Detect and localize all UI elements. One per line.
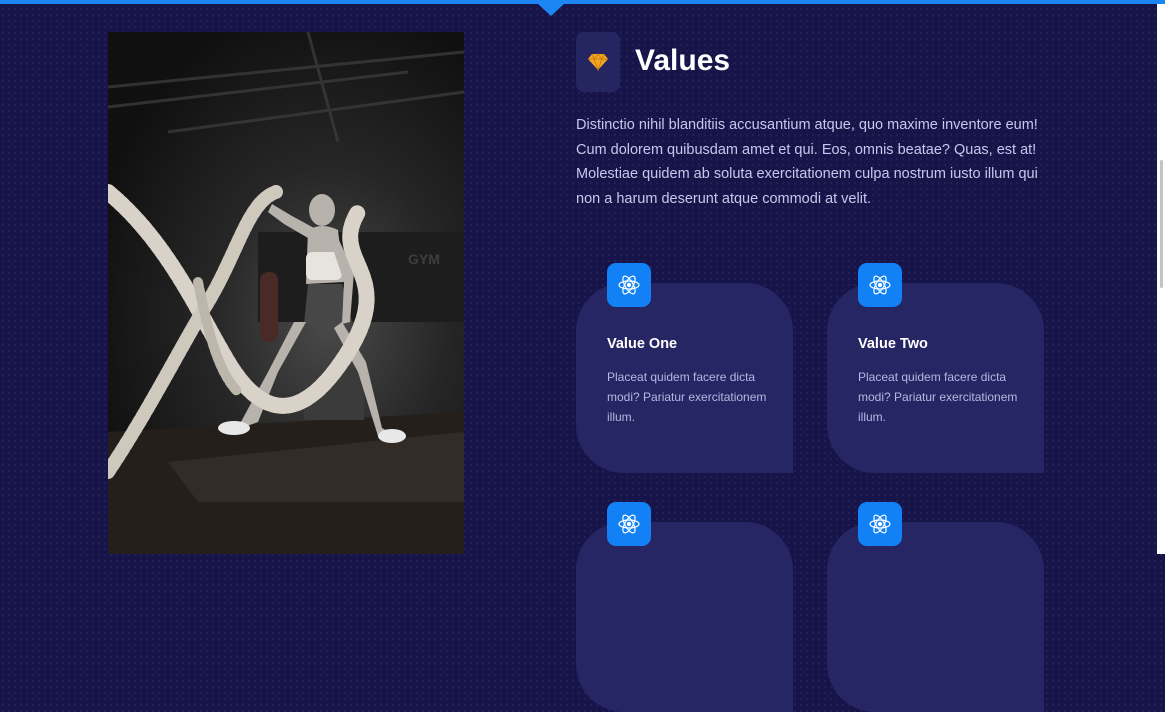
value-card-title: Value Two: [858, 336, 928, 352]
atom-icon: [858, 502, 902, 546]
atom-icon: [858, 263, 902, 307]
values-description: Distinctio nihil blanditiis accusantium …: [576, 117, 1038, 207]
value-card-3: [576, 522, 793, 712]
atom-icon: [607, 263, 651, 307]
top-accent-notch: [537, 3, 565, 16]
gym-sign: GYM: [408, 251, 440, 267]
atom-icon: [607, 502, 651, 546]
scrollbar-thumb[interactable]: [1160, 160, 1163, 288]
value-card-text: Placeat quidem facere dicta modi? Pariat…: [858, 370, 1018, 424]
value-card-text: Placeat quidem facere dicta modi? Pariat…: [607, 370, 767, 424]
value-card-4: [827, 522, 1044, 712]
gem-icon: [576, 32, 620, 92]
value-card-title: Value One: [607, 336, 678, 352]
gym-photo: GYM: [108, 32, 464, 554]
values-title: Values: [635, 44, 731, 77]
top-accent-bar: [0, 0, 1165, 4]
